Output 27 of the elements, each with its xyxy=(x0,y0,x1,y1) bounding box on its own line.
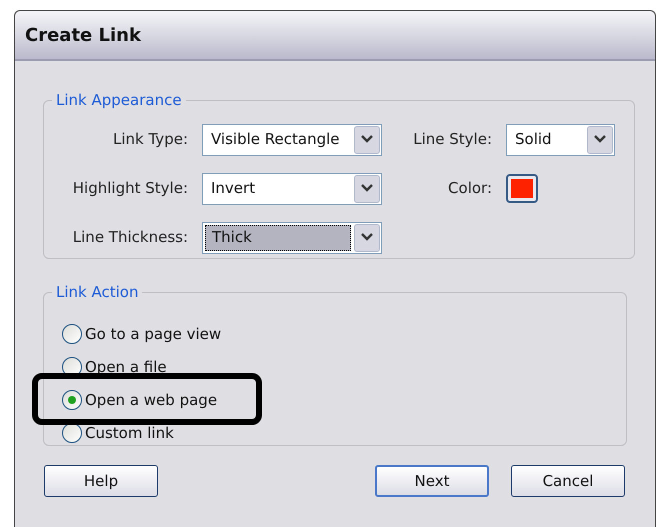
color-swatch[interactable] xyxy=(506,174,538,203)
field-label: Color: xyxy=(447,178,493,200)
chevron-down-icon xyxy=(594,135,606,144)
dialog-button[interactable]: Help xyxy=(44,465,158,497)
field-label: Line Style: xyxy=(412,129,493,150)
chevron-down-icon xyxy=(361,233,373,242)
group-title: Link Appearance xyxy=(55,90,183,111)
dropdown[interactable]: Solid xyxy=(506,124,615,156)
radio-option[interactable]: Go to a page view xyxy=(62,322,222,346)
dialog-button[interactable]: Cancel xyxy=(511,465,625,497)
dialog-button[interactable]: Next xyxy=(375,465,489,497)
radio-button[interactable] xyxy=(62,324,82,344)
field-label: Line Thickness: xyxy=(72,227,189,248)
dropdown[interactable]: Invert xyxy=(202,172,382,204)
chevron-down-icon xyxy=(361,184,373,193)
radio-button[interactable] xyxy=(62,390,82,410)
radio-option[interactable]: Open a file xyxy=(62,356,167,378)
radio-button[interactable] xyxy=(62,423,82,443)
dropdown[interactable]: Visible Rectangle xyxy=(202,124,382,156)
group-title: Link Action xyxy=(55,282,140,303)
radio-option[interactable]: Open a web page xyxy=(62,388,218,412)
chevron-down-icon xyxy=(361,135,373,144)
window-title: Create Link xyxy=(25,24,141,48)
dropdown[interactable]: Thick xyxy=(202,222,382,254)
radio-option[interactable]: Custom link xyxy=(62,422,174,444)
field-label: Highlight Style: xyxy=(72,178,189,200)
field-label: Link Type: xyxy=(112,129,189,150)
